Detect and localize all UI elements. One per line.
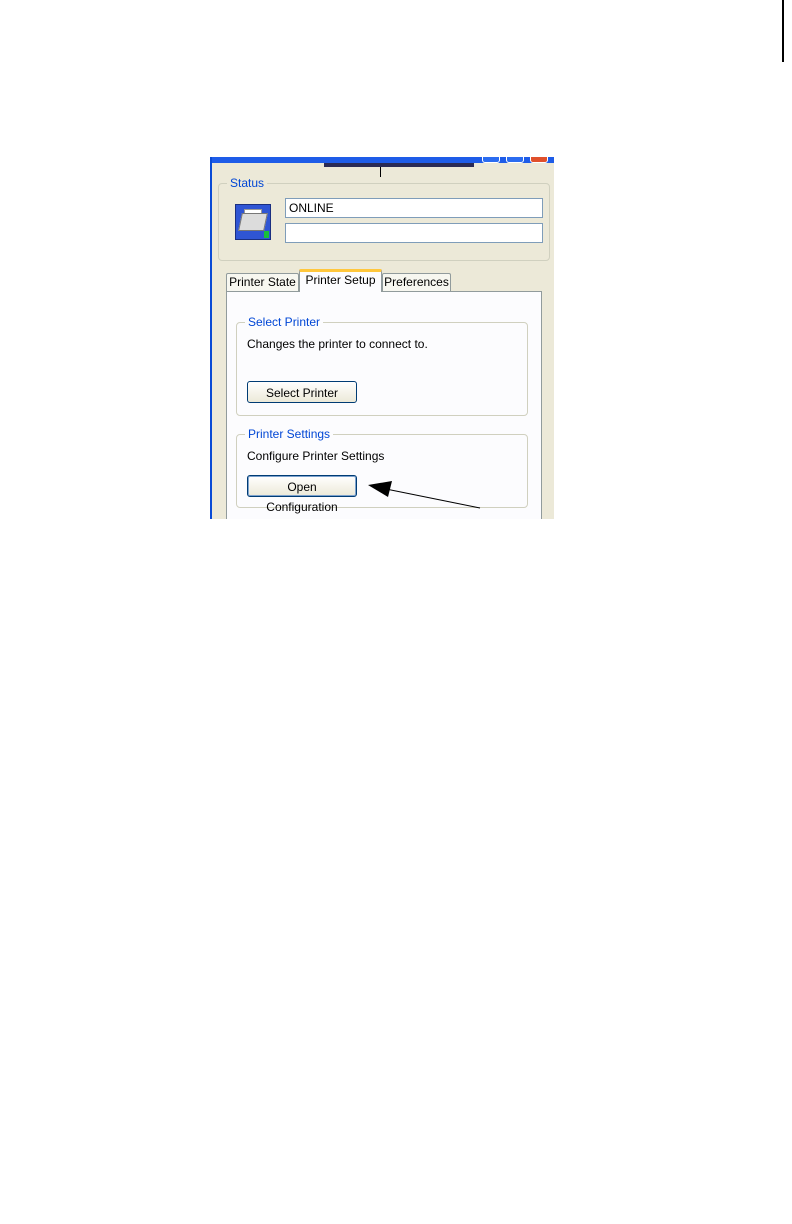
annotation-arrow-icon: [368, 481, 481, 509]
tab-printer-setup[interactable]: Printer Setup: [299, 269, 382, 292]
